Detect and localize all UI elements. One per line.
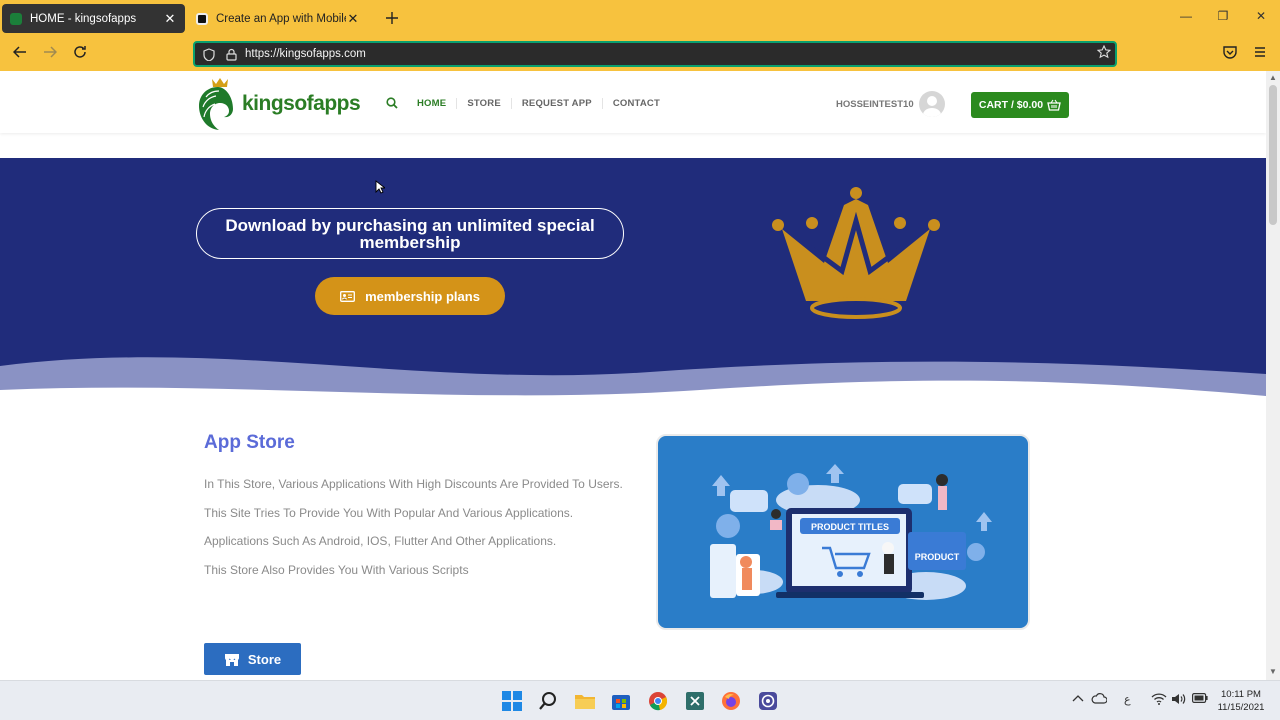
- windows-start-icon[interactable]: [500, 689, 524, 713]
- hero-wave-divider: [0, 357, 1266, 411]
- cart-button[interactable]: CART / $0.00: [971, 92, 1069, 118]
- clock-time: 10:11 PM: [1221, 689, 1261, 700]
- menu-item-home[interactable]: HOME: [407, 98, 456, 109]
- arrow-right-icon: [44, 46, 58, 58]
- store-button-label: Store: [247, 651, 282, 667]
- volume-icon[interactable]: [1171, 693, 1187, 708]
- app-icon[interactable]: [683, 689, 707, 713]
- firefox-icon[interactable]: [719, 689, 743, 713]
- mouse-cursor: [375, 180, 387, 199]
- scroll-down-icon[interactable]: ▼: [1269, 667, 1277, 676]
- clock-date: 11/15/2021: [1217, 702, 1265, 713]
- tab-home[interactable]: HOME - kingsofapps ✕: [2, 4, 185, 33]
- tab-title: HOME - kingsofapps: [30, 12, 137, 25]
- reload-button[interactable]: [70, 45, 90, 65]
- file-explorer-icon[interactable]: [573, 689, 597, 713]
- app-store-description: In This Store, Various Applications With…: [204, 470, 624, 584]
- menu-item-request-app[interactable]: REQUEST APP: [510, 98, 602, 109]
- crown-icon: [772, 187, 940, 319]
- bookmark-star-icon[interactable]: [1093, 44, 1115, 64]
- chevron-up-icon[interactable]: [1072, 693, 1084, 705]
- close-tab-icon[interactable]: ✕: [346, 11, 360, 27]
- search-icon: [386, 97, 398, 109]
- restore-button[interactable]: ❐: [1213, 9, 1233, 23]
- vertical-scrollbar[interactable]: ▲ ▼: [1266, 71, 1280, 680]
- id-card-icon: [340, 290, 356, 302]
- site-header: kingsofapps HOME STORE REQUEST APP CONTA…: [0, 71, 1266, 133]
- close-tab-icon[interactable]: ✕: [163, 11, 177, 27]
- close-window-button[interactable]: ✕: [1251, 9, 1271, 23]
- shield-icon[interactable]: [201, 46, 217, 62]
- menu-item-store[interactable]: STORE: [456, 98, 511, 109]
- new-tab-button[interactable]: [383, 8, 401, 29]
- storefront-icon: [224, 653, 240, 666]
- forward-button[interactable]: [40, 45, 60, 65]
- chrome-icon[interactable]: [646, 689, 670, 713]
- site-logo[interactable]: kingsofapps: [198, 75, 361, 133]
- avatar: [918, 91, 945, 117]
- username-label: HOSSEINTEST10: [836, 98, 914, 110]
- arrow-left-icon: [12, 46, 26, 58]
- web-page: kingsofapps HOME STORE REQUEST APP CONTA…: [0, 71, 1266, 680]
- site-favicon-icon: [196, 12, 208, 25]
- description-paragraph: Applications Such As Android, IOS, Flutt…: [204, 534, 557, 548]
- description-paragraph: In This Store, Various Applications With…: [204, 477, 623, 520]
- system-clock[interactable]: 10:11 PM 11/15/2021: [1210, 688, 1272, 714]
- onedrive-cloud-icon[interactable]: [1091, 693, 1108, 707]
- pocket-button[interactable]: [1220, 45, 1240, 65]
- wifi-icon[interactable]: [1151, 693, 1167, 708]
- tab-create-app[interactable]: Create an App with Mobile App ✕: [188, 4, 368, 33]
- user-account-link[interactable]: HOSSEINTEST10: [836, 91, 945, 117]
- scrollbar-thumb[interactable]: [1269, 85, 1277, 225]
- url-input[interactable]: [245, 48, 1093, 60]
- cursor-arrow-icon: [375, 180, 387, 194]
- minimize-button[interactable]: —: [1176, 9, 1196, 23]
- tab-title: Create an App with Mobile App: [216, 12, 346, 25]
- lock-icon[interactable]: [223, 46, 239, 62]
- navigation-toolbar: [0, 37, 1280, 71]
- product-label: PRODUCT: [915, 552, 960, 562]
- product-titles-label: PRODUCT TITLES: [811, 522, 889, 532]
- main-menu: HOME STORE REQUEST APP CONTACT: [407, 98, 670, 109]
- hamburger-menu-icon: [1255, 47, 1265, 57]
- search-icon[interactable]: [536, 689, 560, 713]
- logo-text: kingsofapps: [242, 92, 361, 115]
- cart-label: CART / $0.00: [978, 99, 1044, 111]
- store-button[interactable]: Store: [204, 643, 301, 675]
- back-button[interactable]: [10, 45, 30, 65]
- description-paragraph: This Store Also Provides You With Variou…: [204, 562, 469, 577]
- basket-icon: [1047, 99, 1061, 111]
- membership-plans-button[interactable]: membership plans: [315, 277, 505, 315]
- tab-strip: HOME - kingsofapps ✕ Create an App with …: [0, 0, 1280, 37]
- membership-plans-label: membership plans: [365, 288, 480, 304]
- obs-icon[interactable]: [756, 689, 780, 713]
- battery-icon[interactable]: [1192, 693, 1208, 706]
- app-menu-button[interactable]: [1250, 45, 1270, 65]
- input-language-indicator[interactable]: ع: [1124, 693, 1131, 706]
- app-store-illustration: PRODUCT TITLES PRODUCT: [656, 434, 1030, 630]
- membership-headline: Download by purchasing an unlimited spec…: [196, 208, 624, 259]
- ecommerce-illustration: PRODUCT TITLES PRODUCT: [710, 464, 992, 600]
- scroll-up-icon[interactable]: ▲: [1269, 73, 1277, 82]
- app-store-title: App Store: [204, 432, 295, 453]
- header-search-button[interactable]: [386, 96, 398, 114]
- menu-item-contact[interactable]: CONTACT: [601, 98, 670, 109]
- site-favicon-icon: [10, 12, 22, 25]
- plus-icon: [386, 12, 398, 24]
- reload-icon: [74, 46, 86, 58]
- pocket-icon: [1223, 46, 1237, 59]
- taskbar: ع 10:11 PM 11/15/2021: [0, 680, 1280, 720]
- store-icon[interactable]: [609, 689, 633, 713]
- lion-logo-icon: [199, 78, 233, 130]
- address-bar[interactable]: [193, 41, 1117, 67]
